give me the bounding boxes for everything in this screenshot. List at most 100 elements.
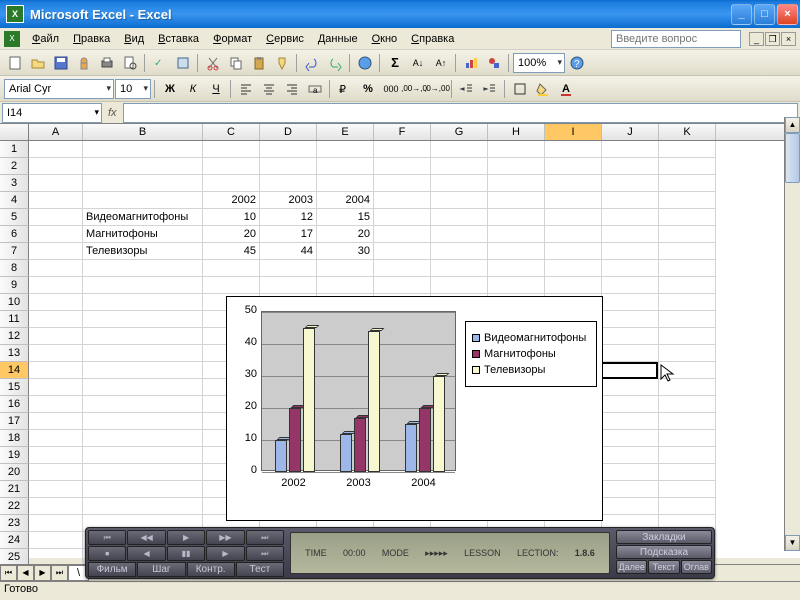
italic-button[interactable]: К: [182, 78, 204, 100]
cell[interactable]: [488, 209, 545, 226]
scroll-thumb[interactable]: [785, 133, 800, 183]
player-fwd-button[interactable]: ▶: [206, 546, 244, 561]
menu-сервис[interactable]: Сервис: [260, 31, 310, 47]
cell[interactable]: [659, 260, 716, 277]
cell[interactable]: [29, 226, 83, 243]
cell[interactable]: [29, 192, 83, 209]
minimize-button[interactable]: _: [731, 4, 752, 25]
player-play-button[interactable]: ▶: [167, 530, 205, 545]
new-button[interactable]: [4, 52, 26, 74]
cell[interactable]: 45: [203, 243, 260, 260]
cell[interactable]: 15: [317, 209, 374, 226]
embedded-chart[interactable]: 01020304050 200220032004 Видеомагнитофон…: [226, 296, 603, 521]
cell[interactable]: 17: [260, 226, 317, 243]
cell[interactable]: [83, 141, 203, 158]
cell[interactable]: [83, 311, 203, 328]
cell[interactable]: [29, 379, 83, 396]
mdi-minimize[interactable]: _: [749, 32, 764, 46]
autosum-button[interactable]: Σ: [384, 52, 406, 74]
bold-button[interactable]: Ж: [159, 78, 181, 100]
save-button[interactable]: [50, 52, 72, 74]
cell[interactable]: [29, 260, 83, 277]
menu-файл[interactable]: Файл: [26, 31, 65, 47]
player-tab-step[interactable]: Шаг: [137, 562, 185, 577]
cell[interactable]: [602, 311, 659, 328]
player-text-btn[interactable]: Текст: [648, 560, 679, 574]
cell[interactable]: [260, 158, 317, 175]
cell[interactable]: [83, 362, 203, 379]
tab-nav-next[interactable]: ▶: [34, 565, 51, 581]
row-header[interactable]: 11: [0, 311, 29, 328]
cell[interactable]: 30: [317, 243, 374, 260]
player-tab-control[interactable]: Контр.: [187, 562, 235, 577]
cell[interactable]: [83, 260, 203, 277]
cell[interactable]: [29, 277, 83, 294]
cell[interactable]: [431, 209, 488, 226]
cell[interactable]: [545, 192, 602, 209]
cell[interactable]: [602, 447, 659, 464]
cell[interactable]: [659, 447, 716, 464]
help-search-input[interactable]: [611, 30, 741, 48]
player-toc-btn[interactable]: Оглав: [681, 560, 712, 574]
cell[interactable]: 20: [317, 226, 374, 243]
cell[interactable]: [374, 226, 431, 243]
copy-button[interactable]: [225, 52, 247, 74]
cell[interactable]: 2002: [203, 192, 260, 209]
cell[interactable]: [659, 277, 716, 294]
column-header[interactable]: A: [29, 124, 83, 140]
paste-button[interactable]: [248, 52, 270, 74]
borders-button[interactable]: [509, 78, 531, 100]
cell[interactable]: [602, 396, 659, 413]
print-button[interactable]: [96, 52, 118, 74]
cell[interactable]: [29, 413, 83, 430]
player-bookmarks-button[interactable]: Закладки: [616, 530, 712, 544]
row-header[interactable]: 8: [0, 260, 29, 277]
row-header[interactable]: 12: [0, 328, 29, 345]
cell[interactable]: [602, 226, 659, 243]
player-next-btn[interactable]: Далее: [616, 560, 647, 574]
cell[interactable]: [374, 141, 431, 158]
row-header[interactable]: 22: [0, 498, 29, 515]
research-button[interactable]: [172, 52, 194, 74]
row-header[interactable]: 20: [0, 464, 29, 481]
cell[interactable]: [431, 192, 488, 209]
cell[interactable]: Видеомагнитофоны: [83, 209, 203, 226]
player-prev-button[interactable]: ⏮: [88, 530, 126, 545]
cell[interactable]: [659, 396, 716, 413]
player-next-button[interactable]: ⏭: [246, 530, 284, 545]
cell[interactable]: [317, 260, 374, 277]
column-header[interactable]: E: [317, 124, 374, 140]
cell[interactable]: [374, 260, 431, 277]
cell[interactable]: [659, 192, 716, 209]
cell[interactable]: [29, 464, 83, 481]
cell[interactable]: [659, 311, 716, 328]
percent-button[interactable]: %: [357, 78, 379, 100]
cell[interactable]: [260, 141, 317, 158]
row-header[interactable]: 2: [0, 158, 29, 175]
cell[interactable]: Магнитофоны: [83, 226, 203, 243]
cell[interactable]: [659, 345, 716, 362]
cell[interactable]: [659, 379, 716, 396]
column-header[interactable]: J: [602, 124, 659, 140]
cell[interactable]: [374, 277, 431, 294]
redo-button[interactable]: [324, 52, 346, 74]
cell[interactable]: [659, 430, 716, 447]
menu-данные[interactable]: Данные: [312, 31, 364, 47]
print-preview-button[interactable]: [119, 52, 141, 74]
cell[interactable]: [602, 243, 659, 260]
comma-button[interactable]: 000: [380, 78, 402, 100]
cell[interactable]: [659, 498, 716, 515]
format-painter-button[interactable]: [271, 52, 293, 74]
align-right-button[interactable]: [281, 78, 303, 100]
cell[interactable]: [602, 192, 659, 209]
player-hint-button[interactable]: Подсказка: [616, 545, 712, 559]
cell[interactable]: [29, 158, 83, 175]
tab-nav-first[interactable]: ⏮: [0, 565, 17, 581]
cell[interactable]: 12: [260, 209, 317, 226]
player-rewind-button[interactable]: ◀◀: [127, 530, 165, 545]
cell[interactable]: [317, 141, 374, 158]
cell[interactable]: [260, 260, 317, 277]
underline-button[interactable]: Ч: [205, 78, 227, 100]
mdi-close[interactable]: ×: [781, 32, 796, 46]
cell[interactable]: [260, 175, 317, 192]
